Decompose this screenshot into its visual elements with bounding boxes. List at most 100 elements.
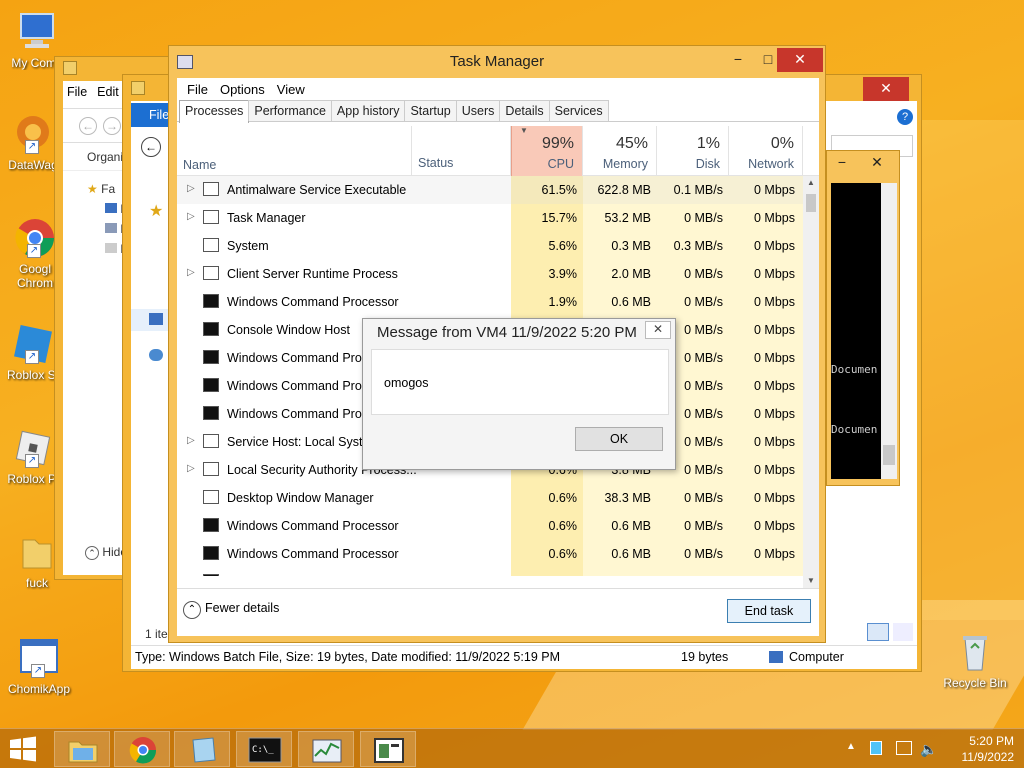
process-memory: 2.0 MB [611,267,651,281]
dialog-body: omogos [371,349,669,415]
expand-chevron-icon[interactable]: ▷ [187,435,195,446]
process-row[interactable]: ▷ Antimalware Service Executable 61.5% 622.… [177,176,803,204]
back-arrow-icon[interactable]: ← [141,137,161,157]
close-button[interactable]: ✕ [863,77,909,101]
expand-chevron-icon[interactable]: ▷ [187,267,195,278]
action-center-icon[interactable] [870,741,882,755]
taskbar-cmd[interactable]: C:\_ [236,731,292,767]
tab-performance[interactable]: Performance [248,100,332,121]
process-row[interactable]: ▷ Client Server Runtime Process 3.9% 2.0 MB… [177,260,803,288]
fewer-details-button[interactable]: ⌃ Fewer details [183,601,279,619]
notepad-icon [192,737,216,763]
process-row[interactable]: System 5.6% 0.3 MB 0.3 MB/s 0 Mbps [177,232,803,260]
process-name: Antimalware Service Executable [227,183,407,197]
computer-icon [769,651,783,663]
tray-overflow-icon[interactable]: ▲ [846,741,856,752]
cmd-window[interactable]: − ✕ Documen Documen [826,150,900,486]
column-header-memory[interactable]: 45% Memory [583,126,657,176]
status-bar: Type: Windows Batch File, Size: 19 bytes… [131,645,917,669]
tab-processes[interactable]: Processes [179,100,250,123]
forward-arrow-icon[interactable]: → [103,117,121,135]
taskbar-notepad[interactable] [174,731,230,767]
scrollbar-thumb[interactable] [883,445,895,465]
process-row[interactable]: ▷ Task Manager 15.7% 53.2 MB 0 MB/s 0 Mbps [177,204,803,232]
message-dialog[interactable]: Message from VM4 11/9/2022 5:20 PM ✕ omo… [362,318,676,470]
scroll-up-arrow-icon[interactable]: ▲ [803,176,819,190]
minimize-button[interactable]: − [723,48,753,72]
column-header-status[interactable]: Status [411,126,511,176]
process-disk: 0.1 MB/s [673,183,723,197]
column-header-network[interactable]: 0% Network [729,126,803,176]
ribbon-file-tab[interactable]: File [131,103,171,127]
process-row[interactable]: Windows Command Processor 0.6% 0.6 MB 0 MB/… [177,540,803,568]
desktop-small-icon [105,203,117,213]
process-memory: 0.3 MB [611,239,651,253]
process-network: 0 Mbps [754,239,795,253]
menu-view[interactable]: View [271,82,311,97]
view-details-icon[interactable] [867,623,889,641]
process-row[interactable]: Windows Command Processor 1.9% 0.6 MB 0 MB/… [177,288,803,316]
tab-services[interactable]: Services [548,100,609,121]
view-tiles-icon[interactable] [893,623,913,641]
expand-chevron-icon[interactable]: ▷ [187,183,195,194]
hide-folders-button[interactable]: ⌃ Hide [85,545,127,560]
desktop-icon-label: ChomikApp [7,682,71,696]
column-header-name[interactable]: Name [183,158,216,172]
help-icon[interactable]: ? [897,109,913,125]
process-row[interactable]: Desktop Window Manager 0.6% 38.3 MB 0 MB/s 0… [177,484,803,512]
cmd-scrollbar[interactable] [881,183,897,479]
tab-users[interactable]: Users [455,100,501,121]
column-header-cpu[interactable]: ▼ 99% CPU [511,126,583,176]
star-icon: ★ [149,203,164,220]
back-arrow-icon[interactable]: ← [79,117,97,135]
tab-app-history[interactable]: App history [330,100,406,121]
start-button[interactable] [6,735,40,763]
column-header-disk[interactable]: 1% Disk [657,126,729,176]
process-disk: 0.3 MB/s [673,239,723,253]
taskmgr-icon [203,210,219,224]
process-memory: 0.6 MB [583,575,651,576]
volume-icon[interactable]: 🔈 [920,741,937,758]
process-cpu: 0.6% [548,547,578,561]
network-tray-icon[interactable] [896,741,912,755]
ok-button[interactable]: OK [575,427,663,451]
close-button[interactable]: ✕ [777,48,823,72]
end-task-button[interactable]: End task [727,599,811,623]
cmd-icon [203,322,219,336]
menu-file[interactable]: File [181,82,214,97]
process-row[interactable]: Windows Command Processor 0.6% 0.6 MB 0 MB/… [177,568,803,576]
process-row[interactable]: Windows Command Processor 0.6% 0.6 MB 0 MB/… [177,512,803,540]
app-icon [203,182,219,196]
process-disk: 0 MB/s [684,519,723,533]
process-network: 0 Mbps [754,435,795,449]
process-name: System [227,239,269,253]
taskbar-task-manager[interactable] [298,731,354,767]
tab-startup[interactable]: Startup [404,100,457,121]
process-name: Windows Command Proc [227,379,369,393]
cmd-console[interactable]: Documen Documen [831,183,881,479]
desktop-icon-chomikapp[interactable]: ↗ ChomikApp [4,636,74,696]
process-disk: 0 MB/s [684,491,723,505]
menu-options[interactable]: Options [214,82,271,97]
menu-edit[interactable]: Edit [97,85,119,99]
scroll-down-arrow-icon[interactable]: ▼ [803,574,819,588]
desktop-icon-recycle-bin[interactable]: Recycle Bin [940,630,1010,690]
clock[interactable]: 5:20 PM 11/9/2022 [944,733,1015,765]
close-button[interactable]: ✕ [857,151,897,175]
expand-chevron-icon[interactable]: ▷ [187,211,195,222]
status-size: 19 bytes [681,650,729,664]
close-button[interactable]: ✕ [645,321,671,339]
taskbar-app[interactable] [360,731,416,767]
taskbar-file-explorer[interactable] [54,731,110,767]
tab-details[interactable]: Details [499,100,550,121]
expand-chevron-icon[interactable]: ▷ [187,463,195,474]
process-network: 0 Mbps [754,547,795,561]
recycle-bin-icon [953,630,997,674]
process-list-scrollbar[interactable]: ▲ ▼ [803,176,819,588]
clock-date: 11/9/2022 [961,750,1015,764]
scrollbar-thumb[interactable] [806,194,816,212]
menu-file[interactable]: File [67,85,87,99]
process-cpu: 0.6% [548,519,578,533]
minimize-button[interactable]: − [829,151,855,175]
taskbar-chrome[interactable] [114,731,170,767]
